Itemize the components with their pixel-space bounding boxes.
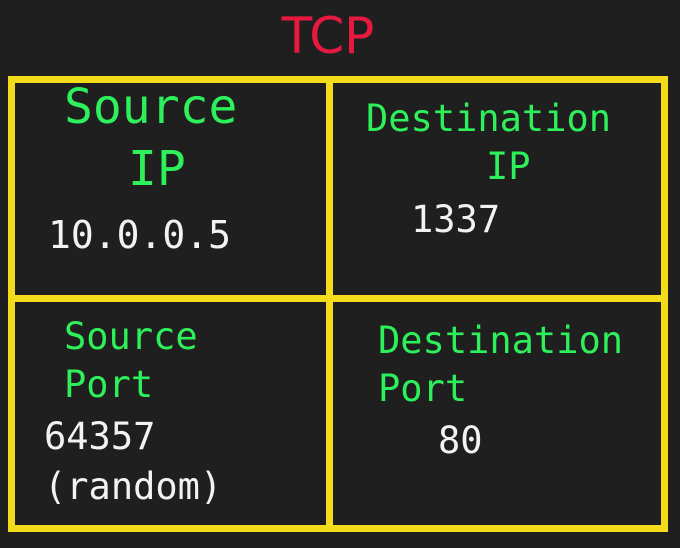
diagram-title: TCP (281, 7, 375, 65)
source-port-value: 64357 (44, 415, 156, 458)
destination-ip-label-line1: Destination (366, 97, 612, 140)
source-ip-label-line1: Source (64, 79, 238, 135)
source-ip-label-line2: IP (128, 141, 186, 197)
destination-ip-label-line2: IP (486, 145, 531, 188)
destination-port-label-line1: Destination (378, 319, 624, 362)
vertical-divider (326, 76, 333, 532)
source-port-label-line1: Source (64, 315, 198, 358)
destination-ip-value: 1337 (411, 198, 501, 241)
destination-port-value: 80 (438, 419, 483, 462)
destination-port-label-line2: Port (378, 367, 468, 410)
source-port-note: (random) (44, 465, 223, 508)
horizontal-divider (8, 295, 668, 302)
source-ip-value: 10.0.0.5 (48, 213, 232, 257)
source-port-label-line2: Port (64, 363, 154, 406)
